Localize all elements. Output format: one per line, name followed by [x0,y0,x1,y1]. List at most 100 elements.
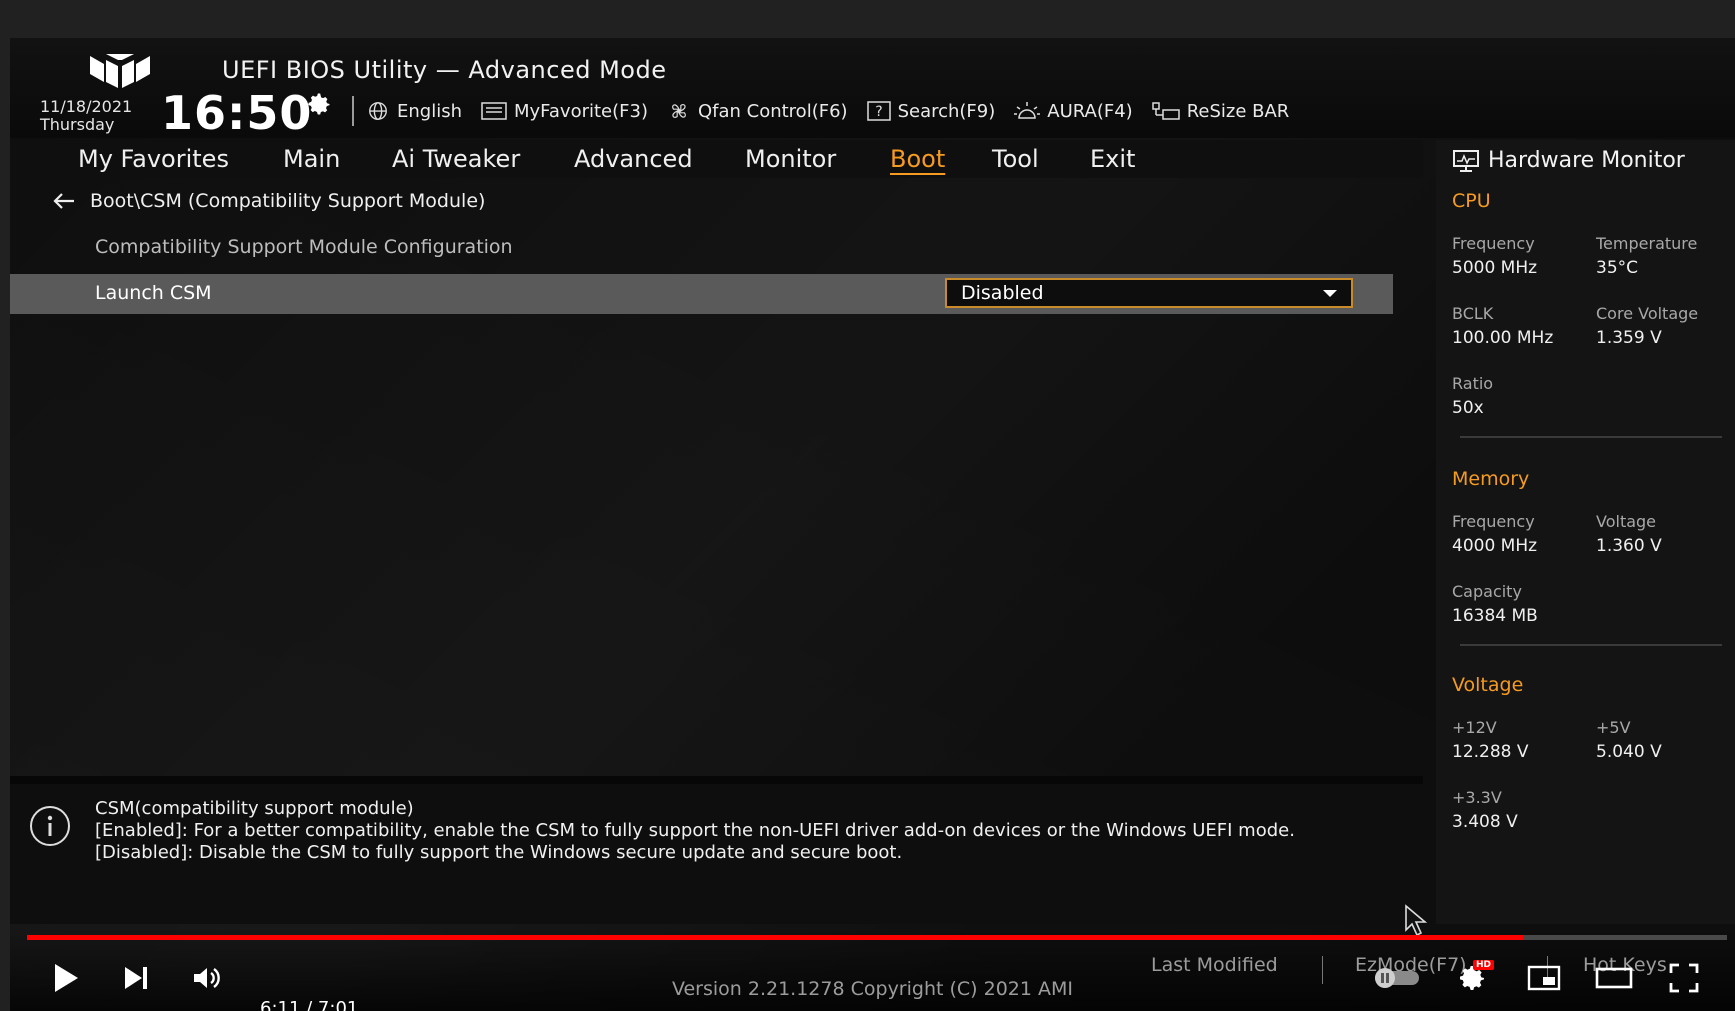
launch-csm-dropdown[interactable]: Disabled [945,278,1353,308]
help-info-panel: CSM(compatibility support module) [Enabl… [10,784,1423,924]
v5-value: 5.040 V [1596,742,1662,762]
core-voltage-value: 1.359 V [1596,328,1662,348]
date-text: 11/18/2021 [40,97,133,116]
info-divider [10,776,1423,784]
video-progress-fill [27,935,1523,940]
memory-section-title: Memory [1452,468,1530,490]
video-time: 6:11 / 7:01 [260,998,359,1011]
memory-capacity-value: 16384 MB [1452,606,1538,626]
tab-main[interactable]: Main [283,140,340,178]
tab-boot[interactable]: Boot [890,140,945,178]
help-line-3: [Disabled]: Disable the CSM to fully sup… [95,842,903,863]
globe-icon [369,102,387,120]
header-divider [352,96,354,126]
resize-bar-icon [1151,102,1180,120]
last-modified-button[interactable]: Last Modified [1151,954,1278,976]
qfan-control-button[interactable]: Qfan Control(F6) [666,100,848,122]
tuf-logo [88,50,154,94]
v5-label: +5V [1596,718,1631,737]
tab-ai-tweaker[interactable]: Ai Tweaker [392,140,520,178]
monitor-icon [1453,149,1479,172]
help-line-1: CSM(compatibility support module) [95,798,414,819]
tab-my-favorites[interactable]: My Favorites [78,140,229,178]
miniplayer-icon [1527,965,1561,991]
main-menu-bar: My Favorites Main Ai Tweaker Advanced Mo… [10,140,1423,178]
cpu-temperature-label: Temperature [1596,234,1698,253]
aura-button[interactable]: AURA(F4) [1013,100,1133,122]
myfavorite-button[interactable]: MyFavorite(F3) [480,100,648,122]
v33-label: +3.3V [1452,788,1502,807]
info-icon [28,804,72,852]
v33-value: 3.408 V [1452,812,1518,832]
tab-exit[interactable]: Exit [1090,140,1135,178]
theater-mode-icon [1595,967,1633,989]
search-button[interactable]: ? Search(F9) [866,100,996,122]
day-text: Thursday [40,115,115,134]
breadcrumb: Boot\CSM (Compatibility Support Module) [52,190,485,212]
bclk-value: 100.00 MHz [1452,328,1554,348]
hw-divider [1460,644,1722,646]
qfan-label: Qfan Control(F6) [697,100,848,122]
cpu-section-title: CPU [1452,190,1491,212]
memory-frequency-value: 4000 MHz [1452,536,1538,556]
language-label: English [397,100,462,122]
launch-csm-row[interactable]: Launch CSM Disabled [10,274,1393,314]
page-title: UEFI BIOS Utility — Advanced Mode [222,56,667,84]
v12-label: +12V [1452,718,1497,737]
help-line-2: [Enabled]: For a better compatibility, e… [95,820,1295,841]
memory-voltage-label: Voltage [1596,512,1657,531]
tab-monitor[interactable]: Monitor [745,140,836,178]
date-display: 11/18/2021 Thursday [40,98,132,134]
aura-icon [1014,102,1041,119]
autoplay-toggle-icon [1375,968,1419,988]
miniplayer-button[interactable] [1524,958,1564,998]
breadcrumb-text: Boot\CSM (Compatibility Support Module) [90,190,486,212]
hd-badge: HD [1472,960,1494,970]
autoplay-toggle[interactable] [1370,962,1424,994]
memory-capacity-label: Capacity [1452,582,1522,601]
theater-mode-button[interactable] [1594,958,1634,998]
hardware-monitor-title: Hardware Monitor [1452,148,1685,173]
search-label: Search(F9) [897,100,996,122]
help-text: CSM(compatibility support module) [Enabl… [95,798,1295,864]
v12-value: 12.288 V [1452,742,1529,762]
launch-csm-label: Launch CSM [95,282,212,304]
resize-bar-button[interactable]: ReSize BAR [1151,100,1290,122]
fullscreen-button[interactable] [1664,958,1704,998]
tab-advanced[interactable]: Advanced [574,140,693,178]
favorite-icon [481,102,507,120]
ratio-label: Ratio [1452,374,1494,393]
fullscreen-icon [1669,963,1699,993]
core-voltage-label: Core Voltage [1596,304,1699,323]
bios-header: UEFI BIOS Utility — Advanced Mode 11/18/… [10,38,1735,140]
fan-icon [672,104,686,118]
resize-bar-label: ReSize BAR [1186,100,1290,122]
toolbar: English MyFavorite(F3) Qfan Control(F6) … [365,96,1289,126]
myfavorite-label: MyFavorite(F3) [514,100,648,122]
memory-voltage-value: 1.360 V [1596,536,1662,556]
play-button[interactable] [46,956,86,1000]
hw-divider [1460,436,1722,438]
memory-frequency-label: Frequency [1452,512,1535,531]
settings-gear-icon[interactable] [305,90,333,122]
aura-label: AURA(F4) [1047,100,1133,122]
video-frame[interactable]: UEFI BIOS Utility — Advanced Mode 11/18/… [10,38,1735,1011]
section-title: Compatibility Support Module Configurati… [95,236,513,258]
volume-icon [194,968,220,988]
hardware-monitor-panel: Hardware Monitor CPU Frequency Temperatu… [1436,140,1735,924]
next-button[interactable] [116,958,156,998]
chevron-down-icon [1323,289,1337,297]
volume-button[interactable] [188,958,228,998]
tab-tool[interactable]: Tool [992,140,1039,178]
cpu-temperature-value: 35°C [1596,258,1639,278]
bclk-label: BCLK [1452,304,1494,323]
next-icon [125,967,147,989]
language-button[interactable]: English [365,100,462,122]
ratio-value: 50x [1452,398,1484,418]
cpu-frequency-label: Frequency [1452,234,1535,253]
play-icon [55,964,78,992]
svg-text:?: ? [875,104,882,120]
back-arrow-icon[interactable] [52,192,76,210]
settings-button[interactable]: HD [1452,958,1494,998]
hardware-monitor-title-text: Hardware Monitor [1488,148,1685,173]
